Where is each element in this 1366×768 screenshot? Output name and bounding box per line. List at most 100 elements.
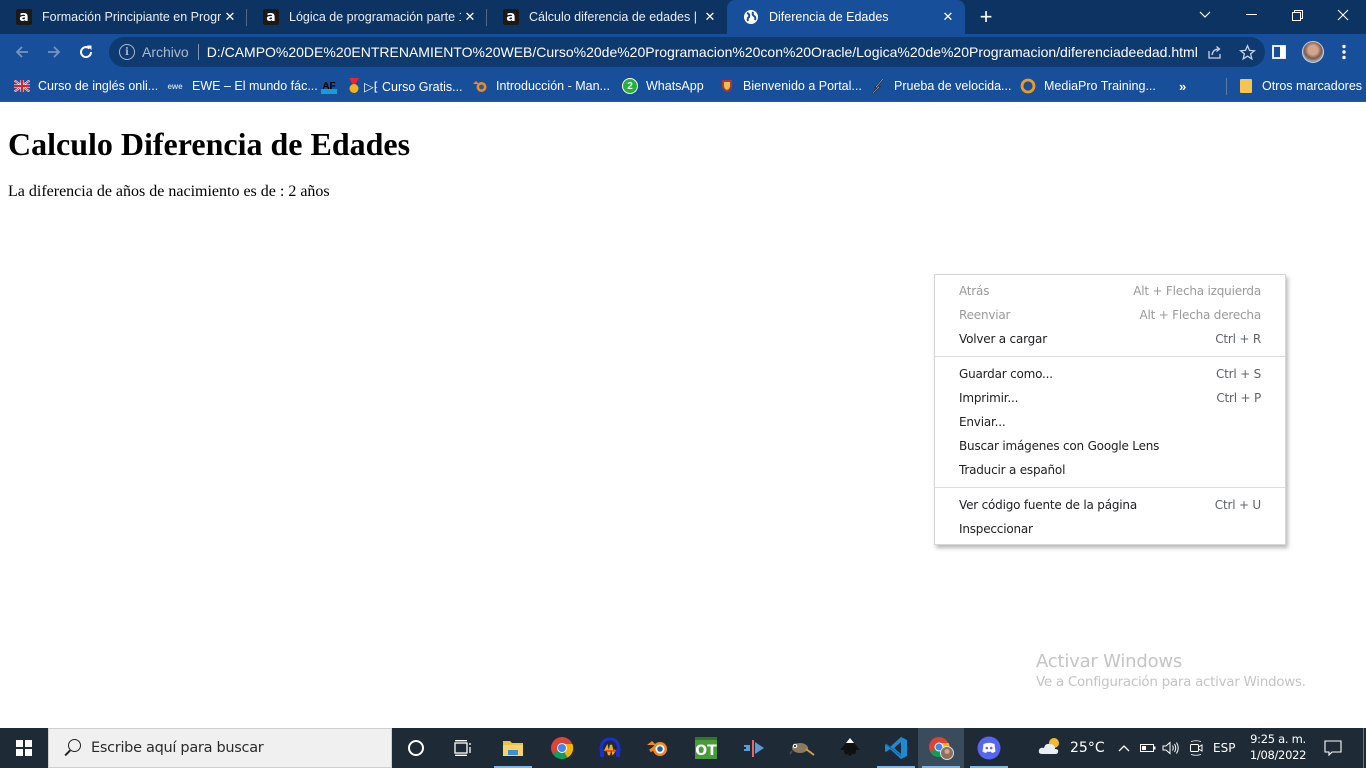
share-icon[interactable] xyxy=(1201,38,1229,66)
restore-button[interactable] xyxy=(1274,0,1320,30)
globe-icon xyxy=(743,9,759,25)
audacity-icon[interactable] xyxy=(587,728,633,768)
tab-logica[interactable]: a Lógica de programación parte 1: ✕ xyxy=(247,0,487,34)
tab-search-button[interactable] xyxy=(1182,0,1228,30)
tab-formacion[interactable]: a Formación Principiante en Progra ✕ xyxy=(0,0,247,34)
menu-separator xyxy=(935,487,1285,488)
tab-diferencia-active[interactable]: Diferencia de Edades ✕ xyxy=(727,0,965,34)
bookmark-whatsapp[interactable]: 2 WhatsApp xyxy=(622,76,704,96)
opentoonz-icon[interactable]: OT xyxy=(683,728,729,768)
other-bookmarks-label: Otros marcadores xyxy=(1262,79,1363,93)
menu-item-ver-codigo-fuente[interactable]: Ver código fuente de la página Ctrl + U xyxy=(935,493,1285,517)
start-button[interactable] xyxy=(0,728,48,768)
bookmark-curso-ingles[interactable]: Curso de inglés onli... xyxy=(14,76,158,96)
menu-item-shortcut: Ctrl + S xyxy=(1215,367,1261,381)
profile-avatar[interactable] xyxy=(1302,41,1324,63)
volume-icon[interactable] xyxy=(1162,728,1180,768)
side-panel-icon[interactable] xyxy=(1265,38,1293,66)
weather-widget[interactable]: 25°C xyxy=(1038,728,1105,768)
new-tab-button[interactable]: + xyxy=(974,4,998,29)
bookmark-ewe[interactable]: ewe EWE – El mundo fác... xyxy=(166,76,318,96)
context-menu: Atrás Alt + Flecha izquierda Reenviar Al… xyxy=(934,274,1286,545)
bookmark-portal[interactable]: Bienvenido a Portal... xyxy=(719,76,862,96)
windows-logo-icon xyxy=(16,740,32,756)
svg-text:OT: OT xyxy=(695,743,717,759)
battery-icon[interactable] xyxy=(1139,728,1157,768)
menu-item-reenviar[interactable]: Reenviar Alt + Flecha derecha xyxy=(935,303,1285,327)
bookmark-label: EWE – El mundo fác... xyxy=(192,79,318,93)
file-explorer-icon[interactable] xyxy=(490,728,536,768)
menu-item-google-lens[interactable]: Buscar imágenes con Google Lens xyxy=(935,434,1285,458)
menu-item-guardar-como[interactable]: Guardar como... Ctrl + S xyxy=(935,362,1285,386)
medal-icon xyxy=(346,78,362,94)
blender-app-icon[interactable] xyxy=(635,728,681,768)
taskbar-search-box[interactable]: Escribe aquí para buscar xyxy=(48,728,392,768)
menu-item-label: Traducir a español xyxy=(959,463,1066,477)
task-view-button[interactable] xyxy=(440,728,486,768)
vscode-icon[interactable] xyxy=(873,728,919,768)
inkscape-icon[interactable] xyxy=(827,728,873,768)
watermark-subtitle: Ve a Configuración para activar Windows. xyxy=(1036,674,1306,690)
menu-item-label: Imprimir... xyxy=(959,391,1019,405)
minimize-button[interactable] xyxy=(1228,0,1274,30)
bookmark-star-icon[interactable] xyxy=(1233,38,1261,66)
menu-item-imprimir[interactable]: Imprimir... Ctrl + P xyxy=(935,386,1285,410)
back-button[interactable] xyxy=(8,38,36,66)
discord-icon[interactable] xyxy=(966,728,1012,768)
menu-item-traducir[interactable]: Traducir a español xyxy=(935,458,1285,482)
browser-toolbar: i Archivo D:/CAMPO%20DE%20ENTRENAMIENTO%… xyxy=(0,34,1366,70)
bookmark-introduccion[interactable]: Introducción - Man... xyxy=(472,76,610,96)
bookmark-mediapro[interactable]: MediaPro Training... xyxy=(1020,76,1156,96)
show-hidden-icons-button[interactable] xyxy=(1115,728,1133,768)
bookmark-curso-gratis[interactable]: ▷⁅ Curso Gratis... xyxy=(346,76,463,96)
reload-button[interactable] xyxy=(72,38,100,66)
other-bookmarks-folder[interactable]: Otros marcadores xyxy=(1238,76,1362,96)
bookmarks-divider xyxy=(1226,78,1227,95)
tab-title: Lógica de programación parte 1: xyxy=(289,10,461,24)
notifications-button[interactable] xyxy=(1320,728,1346,768)
ring-icon xyxy=(1020,78,1036,94)
menu-item-label: Reenviar xyxy=(959,308,1011,322)
chrome-profile-icon[interactable] xyxy=(918,728,964,768)
alura-icon: a xyxy=(263,9,279,25)
menu-item-label: Guardar como... xyxy=(959,367,1053,381)
chrome-menu-icon[interactable] xyxy=(1330,38,1358,66)
weather-temperature: 25°C xyxy=(1070,740,1105,756)
security-chip[interactable]: Archivo xyxy=(142,44,189,60)
tab-strip: a Formación Principiante en Progra ✕ a L… xyxy=(0,0,1366,34)
close-tab-icon[interactable]: ✕ xyxy=(221,8,239,26)
menu-item-enviar[interactable]: Enviar... xyxy=(935,410,1285,434)
url-text[interactable]: D:/CAMPO%20DE%20ENTRENAMIENTO%20WEB/Curs… xyxy=(207,44,1201,60)
bookmark-af[interactable]: AF xyxy=(321,76,339,96)
menu-item-inspeccionar[interactable]: Inspeccionar xyxy=(935,517,1285,541)
forward-button[interactable] xyxy=(40,38,68,66)
bookmark-prueba-velocidad[interactable]: Prueba de velocida... xyxy=(870,76,1011,96)
show-desktop-button[interactable] xyxy=(1363,728,1364,768)
info-icon[interactable]: i xyxy=(119,44,135,60)
search-icon xyxy=(63,739,81,757)
result-text: La diferencia de años de nacimiento es d… xyxy=(8,183,330,200)
menu-item-label: Buscar imágenes con Google Lens xyxy=(959,439,1160,453)
clock[interactable]: 9:25 a. m. 1/08/2022 xyxy=(1243,731,1313,763)
language-indicator[interactable]: ESP xyxy=(1213,728,1235,768)
chrome-icon[interactable] xyxy=(539,728,585,768)
close-tab-icon[interactable]: ✕ xyxy=(701,8,719,26)
meet-now-icon[interactable] xyxy=(1187,728,1205,768)
menu-item-volver-a-cargar[interactable]: Volver a cargar Ctrl + R xyxy=(935,327,1285,351)
close-tab-icon[interactable]: ✕ xyxy=(461,8,479,26)
close-window-button[interactable] xyxy=(1320,0,1366,30)
cortana-button[interactable] xyxy=(393,728,439,768)
clock-time: 9:25 a. m. xyxy=(1250,732,1306,746)
menu-item-shortcut: Ctrl + U xyxy=(1214,498,1261,512)
bookmarks-overflow-button[interactable]: » xyxy=(1179,76,1186,96)
kdenlive-icon[interactable] xyxy=(731,728,777,768)
blender-icon xyxy=(472,78,488,94)
menu-item-atras[interactable]: Atrás Alt + Flecha izquierda xyxy=(935,279,1285,303)
address-bar[interactable]: i Archivo D:/CAMPO%20DE%20ENTRENAMIENTO%… xyxy=(109,37,1265,67)
lightning-icon xyxy=(870,78,886,94)
tab-calculo[interactable]: a Cálculo diferencia de edades | Ló ✕ xyxy=(487,0,727,34)
weather-cloud-icon xyxy=(1038,737,1062,759)
gimp-icon[interactable] xyxy=(779,728,825,768)
flag-icon xyxy=(14,78,30,94)
close-tab-icon[interactable]: ✕ xyxy=(939,8,957,26)
